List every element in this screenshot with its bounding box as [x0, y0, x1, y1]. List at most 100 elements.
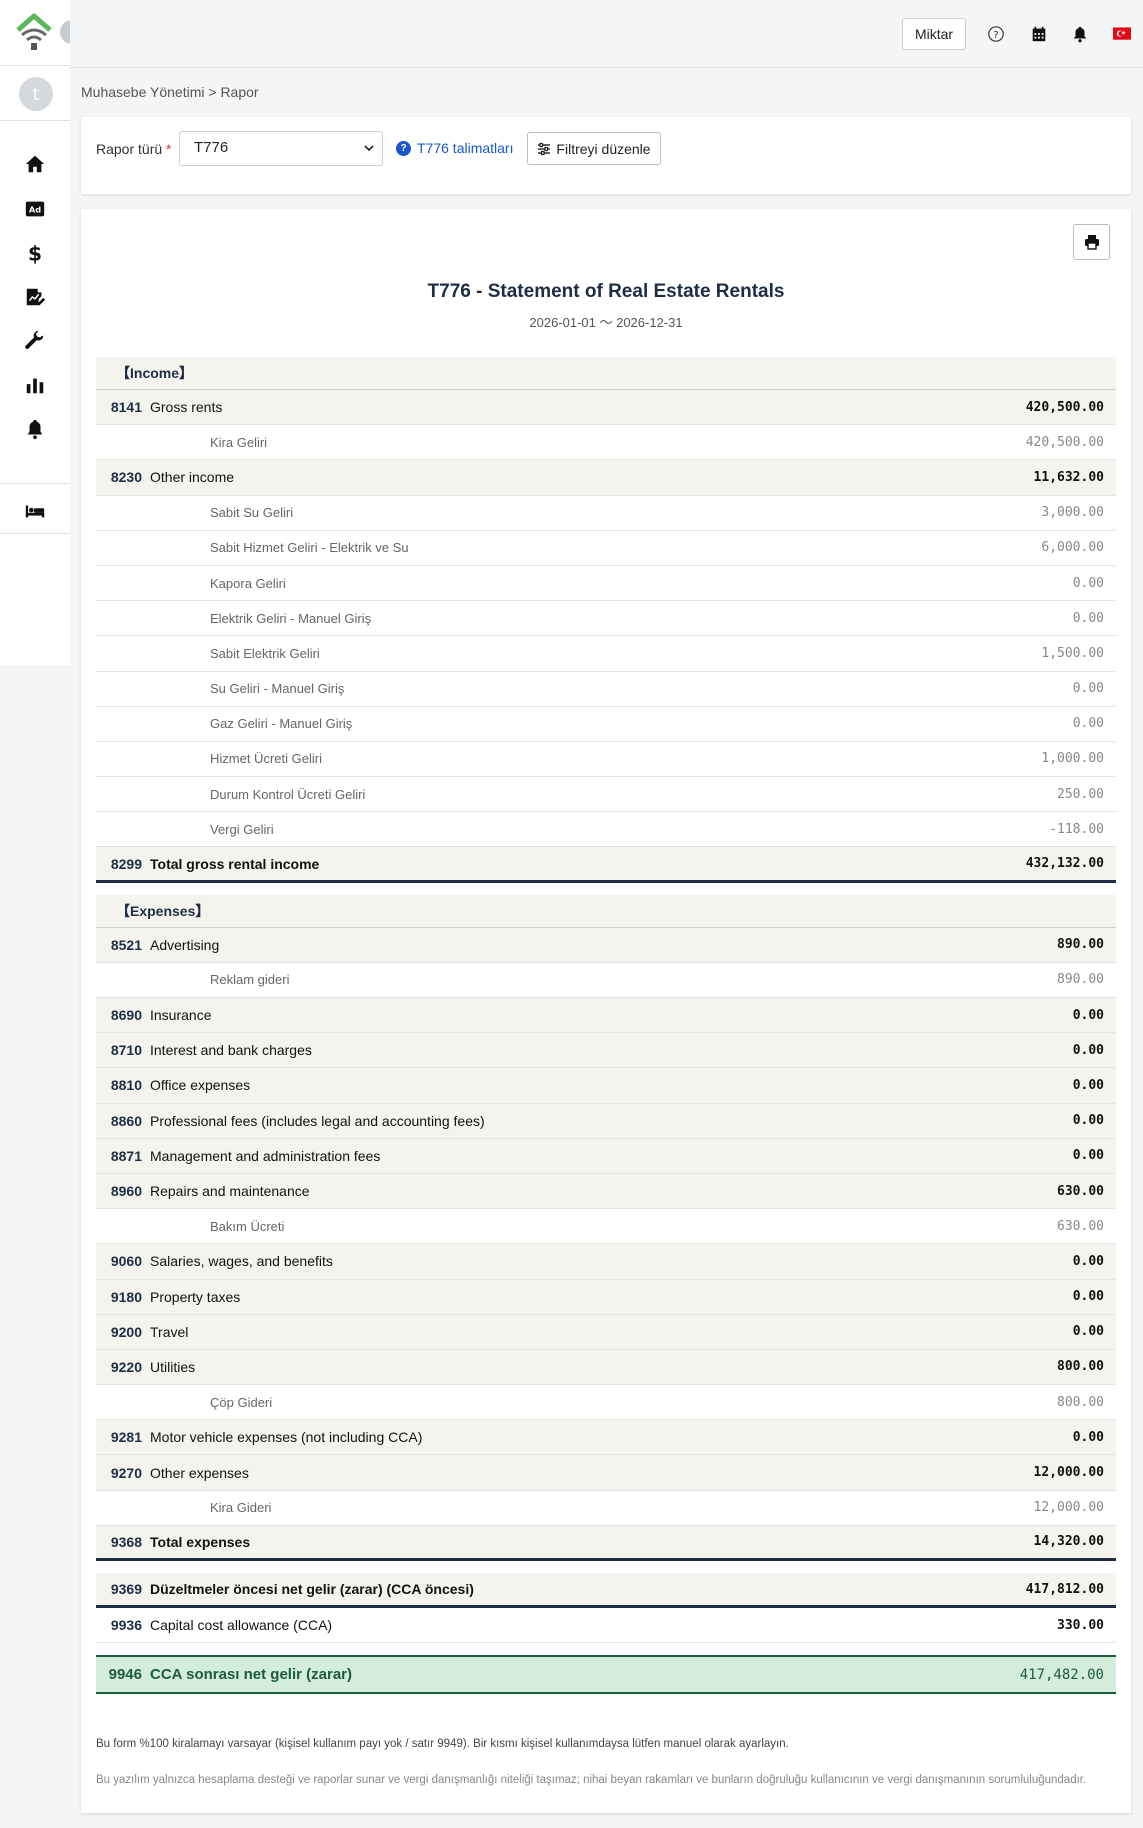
line-amount: 0.00 [1072, 610, 1104, 626]
bell-icon[interactable] [20, 416, 50, 442]
line-code: 9060 [110, 1253, 142, 1270]
line-row: 8710 Interest and bank charges 0.00 [96, 1033, 1116, 1069]
line-amount: 800.00 [1057, 1359, 1104, 1375]
line-amount: 420,500.00 [1025, 399, 1104, 415]
line-amount: 1,000.00 [1041, 751, 1104, 767]
edit-filter-button[interactable]: Filtreyi düzenle [527, 132, 661, 165]
line-amount: 0.00 [1072, 681, 1104, 697]
report-period: 2026-01-01 〜 2026-12-31 [529, 315, 683, 330]
detail-row: Kira Geliri 420,500.00 [96, 425, 1116, 461]
chart-edit-icon[interactable] [20, 284, 50, 310]
detail-row: Reklam gideri 890.00 [96, 962, 1116, 998]
sidebar: › t Ad $ [0, 0, 84, 665]
report-type-select[interactable]: T776 [179, 131, 383, 166]
detail-row: Çöp Gideri 800.00 [96, 1385, 1116, 1421]
line-amount: 3,000.00 [1041, 505, 1104, 521]
line-row: 9060 Salaries, wages, and benefits 0.00 [96, 1244, 1116, 1280]
line-label: Çöp Gideri [210, 1394, 273, 1410]
svg-text:$: $ [28, 242, 42, 264]
line-label: CCA sonrası net gelir (zarar) [150, 1666, 352, 1684]
line-label: Elektrik Geliri - Manuel Giriş [210, 610, 372, 626]
line-label: Travel [150, 1323, 189, 1340]
line-label: Sabit Su Geliri [210, 505, 294, 521]
line-label: Durum Kontrol Ücreti Geliri [210, 786, 366, 802]
bar-chart-icon[interactable] [20, 372, 50, 398]
line-label: Other expenses [150, 1464, 249, 1481]
line-label: Reklam gideri [210, 972, 290, 988]
help-icon[interactable]: ? [984, 22, 1008, 46]
line-label: Capital cost allowance (CCA) [150, 1617, 333, 1634]
logo-icon[interactable] [14, 12, 54, 52]
report-table: 【Income】 8141 Gross rents 420,500.00 Kira G… [96, 357, 1116, 1695]
disclaimer-note: Bu yazılım yalnızca hesaplama desteği ve… [96, 1774, 1087, 1786]
line-label: Management and administration fees [150, 1147, 381, 1164]
line-label: Kapora Geliri [210, 575, 286, 591]
line-row: 8960 Repairs and maintenance 630.00 [96, 1173, 1116, 1210]
t776-instructions-link-text: T776 talimatları [417, 140, 514, 156]
line-label: Sabit Hizmet Geliri - Elektrik ve Su [210, 540, 409, 556]
line-label: Utilities [150, 1358, 196, 1375]
net-income-before-cca-row: 9369 Düzeltmeler öncesi net gelir (zarar… [96, 1573, 1116, 1609]
report-type-label-text: Rapor türü [96, 141, 163, 157]
line-label: Total gross rental income [150, 855, 320, 872]
line-amount: 630.00 [1057, 1183, 1104, 1199]
net-income-after-cca-row: 9946 CCA sonrası net gelir (zarar) 417,4… [96, 1655, 1116, 1695]
wrench-icon[interactable] [20, 328, 50, 354]
cca-row: 9936 Capital cost allowance (CCA) 330.00 [96, 1608, 1116, 1644]
detail-row: Durum Kontrol Ücreti Geliri 250.00 [96, 777, 1116, 813]
line-label: Sabit Elektrik Geliri [210, 645, 320, 661]
miktar-button[interactable]: Miktar [902, 18, 966, 50]
line-label: Gross rents [150, 399, 223, 416]
line-row: 8871 Management and administration fees 0.… [96, 1138, 1116, 1174]
income-rows: 8141 Gross rents 420,500.00 Kira Geliri 420,… [96, 390, 1116, 883]
line-amount: 0.00 [1072, 1324, 1104, 1340]
expenses-section-header: 【Expenses】 [96, 894, 1116, 928]
edit-filter-button-label: Filtreyi düzenle [556, 140, 651, 157]
line-code: 8141 [110, 399, 142, 416]
print-icon [1084, 235, 1099, 250]
line-row: 8690 Insurance 0.00 [96, 998, 1116, 1034]
sliders-icon [538, 142, 551, 155]
svg-text:Ad: Ad [29, 205, 41, 215]
bed-icon[interactable] [20, 498, 50, 524]
line-amount: 12,000.00 [1033, 1500, 1104, 1516]
detail-row: Bakım Ücreti 630.00 [96, 1209, 1116, 1245]
line-amount: 0.00 [1072, 1429, 1104, 1445]
line-label: Kira Gideri [210, 1500, 272, 1516]
line-code: 8960 [110, 1183, 142, 1200]
line-label: Su Geliri - Manuel Giriş [210, 681, 345, 697]
detail-row: Sabit Su Geliri 3,000.00 [96, 495, 1116, 531]
line-amount: 890.00 [1057, 937, 1104, 953]
line-amount: 417,482.00 [1019, 1666, 1104, 1683]
detail-row: Hizmet Ücreti Geliri 1,000.00 [96, 741, 1116, 778]
line-amount: 0.00 [1072, 1253, 1104, 1269]
notification-bell-icon[interactable] [1068, 22, 1092, 46]
line-amount: 420,500.00 [1025, 434, 1104, 450]
line-row: 8521 Advertising 890.00 [96, 927, 1116, 963]
calendar-icon[interactable] [1027, 22, 1051, 46]
print-button[interactable] [1073, 224, 1110, 260]
turkey-flag-icon[interactable] [1110, 22, 1134, 46]
line-amount: 14,320.00 [1033, 1534, 1104, 1550]
home-icon[interactable] [20, 151, 50, 177]
detail-row: Sabit Elektrik Geliri 1,500.00 [96, 636, 1116, 672]
detail-row: Kira Gideri 12,000.00 [96, 1490, 1116, 1526]
line-label: Interest and bank charges [150, 1042, 312, 1059]
line-row: 8860 Professional fees (includes legal an… [96, 1103, 1116, 1139]
t776-instructions-link[interactable]: ? T776 talimatları [396, 140, 513, 156]
line-code: 8230 [110, 469, 142, 486]
line-amount: 0.00 [1072, 575, 1104, 591]
avatar[interactable]: t [19, 77, 53, 111]
report-type-selected-value: T776 [194, 139, 229, 156]
line-label: Kira Geliri [210, 434, 268, 450]
ad-icon[interactable]: Ad [20, 196, 50, 222]
detail-row: Sabit Hizmet Geliri - Elektrik ve Su 6,00… [96, 530, 1116, 566]
line-code: 8871 [110, 1147, 142, 1164]
line-label: Professional fees (includes legal and ac… [150, 1112, 485, 1129]
line-amount: 0.00 [1072, 1113, 1104, 1129]
line-label: Other income [150, 469, 235, 486]
line-amount: 0.00 [1072, 1042, 1104, 1058]
dollar-icon[interactable]: $ [20, 240, 50, 266]
report-type-label: Rapor türü * [96, 141, 172, 158]
